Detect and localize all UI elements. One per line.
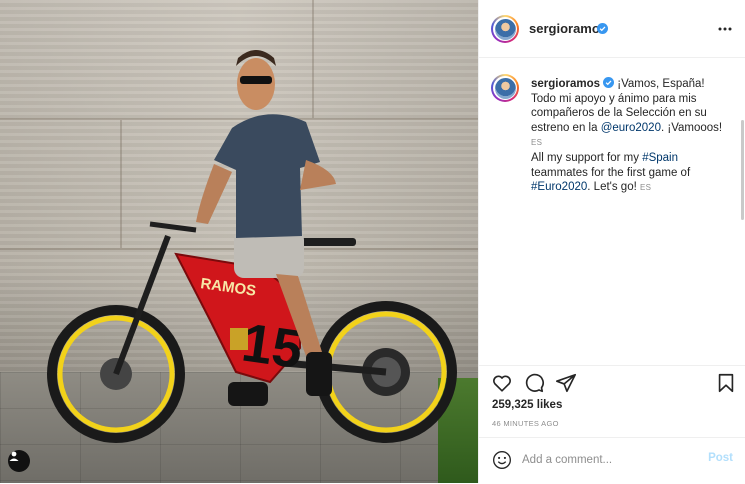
more-options-icon[interactable] [717,21,733,37]
comment-input[interactable] [522,451,702,469]
see-translation-link[interactable]: ES [531,138,542,147]
shoe [228,382,268,406]
heart-icon[interactable] [491,372,513,394]
post-header: sergioramos [479,0,745,58]
caption-username[interactable]: sergioramos [531,78,600,90]
post-side-panel: sergioramos sergioramos ¡Vamos, España! … [479,0,745,483]
verified-badge-icon [597,23,608,34]
handlebar [149,221,197,233]
post-photo[interactable]: RAMOS 15 [0,0,478,483]
post-timestamp[interactable]: 46 MINUTES AGO [492,419,559,428]
caption-text: teammates for the first game of [531,166,691,179]
avatar[interactable] [491,74,519,102]
seat [300,238,356,246]
post-comment-button[interactable]: Post [708,452,733,464]
see-translation-link[interactable]: ES [640,183,651,192]
comment-bar: Post [479,437,745,484]
caption-area: sergioramos ¡Vamos, España! Todo mi apoy… [479,58,745,365]
comment-icon[interactable] [523,372,545,394]
fork [113,234,171,376]
post-caption: sergioramos ¡Vamos, España! Todo mi apoy… [531,77,736,196]
caption-text: . ¡Vamooos! [660,121,723,134]
hashtag-link[interactable]: #Spain [642,152,678,164]
caption-text: . Let's go! [587,181,637,194]
caption-text: All my support for my [531,151,643,164]
hashtag-link[interactable]: #Euro2020 [531,181,587,193]
arm [300,160,336,190]
scrollbar[interactable] [741,120,744,220]
verified-badge-icon [603,77,615,88]
caption-text: ¡Vamos, España! [617,78,705,90]
username-link[interactable]: sergioramos [529,21,607,36]
emoji-icon[interactable] [492,450,512,470]
photo-scene: RAMOS 15 [47,50,457,443]
shoe [306,352,332,396]
bookmark-icon[interactable] [715,372,737,394]
avatar[interactable] [491,15,519,43]
sunglasses [240,76,272,84]
crest [230,328,248,350]
mention-link[interactable]: @euro2020 [601,122,661,134]
arm [196,164,232,224]
user-tag-icon[interactable] [8,450,30,472]
action-bar [479,365,745,398]
likes-count[interactable]: 259,325 likes [492,399,562,411]
share-icon[interactable] [555,372,577,394]
